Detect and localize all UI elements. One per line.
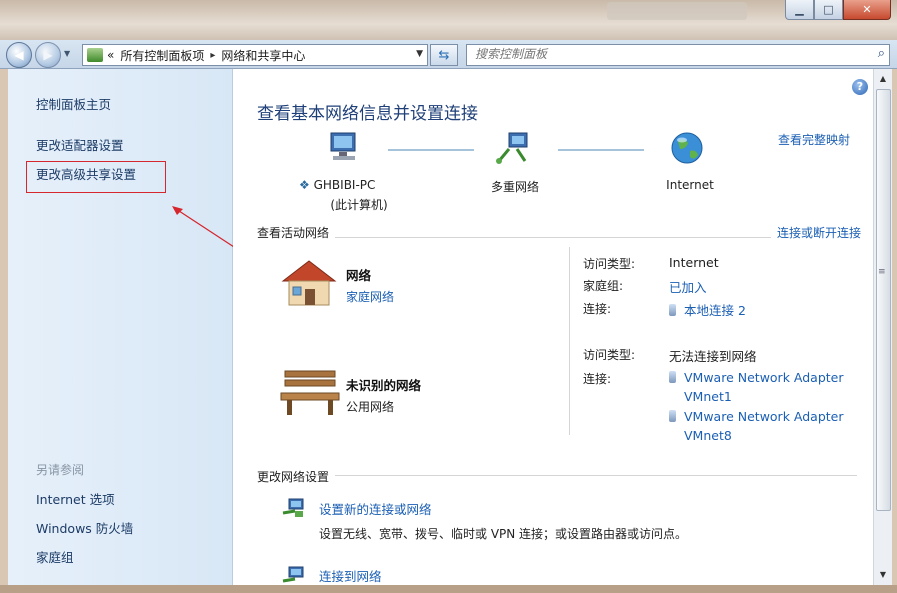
connection-key: 连接: [583,372,612,386]
computer-name: GHBIBI-PC [313,178,376,192]
change-settings-heading: 更改网络设置 [257,468,336,485]
help-icon[interactable]: ? [852,79,868,95]
computer-icon[interactable] [327,131,363,163]
connect-disconnect-link[interactable]: 连接或断开连接 [770,224,861,241]
sidebar-control-panel-home[interactable]: 控制面板主页 [36,94,111,113]
address-prefix[interactable]: « [107,48,114,62]
vmnet1-name[interactable]: VMnet1 [684,389,732,404]
home-network-link[interactable]: 家庭网络 [346,288,394,305]
sidebar: 控制面板主页 更改适配器设置 更改高级共享设置 另请参阅 Internet 选项… [8,69,235,585]
sidebar-internet-options[interactable]: Internet 选项 [36,489,115,508]
connect-to-network-link[interactable]: 连接到网络 [319,566,382,585]
sidebar-homegroup[interactable]: 家庭组 [36,547,74,566]
network-adapter-icon [669,410,676,422]
access-type-key: 访问类型: [583,348,636,362]
close-button[interactable]: ✕ [843,0,891,20]
see-also-heading: 另请参阅 [36,463,85,477]
vertical-scrollbar[interactable]: ▲ ≡ ▼ [873,69,892,585]
address-dropdown-icon[interactable]: ▼ [416,49,423,59]
access-type-key: 访问类型: [583,257,636,271]
home-network-icon[interactable] [279,259,337,309]
this-computer-label: (此计算机) [330,198,388,212]
search-icon[interactable]: ⌕ [878,46,885,61]
computer-name-label: ❖ GHBIBI-PC [299,178,376,192]
breadcrumb-separator[interactable]: ▸ [210,50,215,61]
multiple-networks-label: 多重网络 [490,180,539,194]
network-name: 网络 [346,268,372,283]
sidebar-change-adapter-settings[interactable]: 更改适配器设置 [36,135,124,154]
network-adapter-icon [669,304,676,316]
internet-globe-icon[interactable] [670,131,704,165]
titlebar-blur [607,2,747,20]
vmnet8-adapter-link[interactable]: VMware Network Adapter [669,409,844,424]
new-connection-icon[interactable] [281,497,307,517]
public-network-bench-icon[interactable] [279,369,341,417]
maximize-button[interactable]: □ [814,0,843,20]
section-divider [257,475,857,476]
homegroup-joined-link[interactable]: 已加入 [669,277,707,296]
main-content: 查看基本网络信息并设置连接 查看完整映射 ❖ GHBIBI-PC (此计算机) … [233,69,873,585]
search-input[interactable] [467,45,855,63]
scroll-down-arrow[interactable]: ▼ [874,567,892,583]
connect-to-network-icon[interactable] [281,565,307,585]
public-network-label: 公用网络 [346,400,395,414]
unidentified-network-name: 未识别的网络 [346,378,422,393]
annotation-arrow [172,206,235,248]
back-button[interactable]: ◀ [6,42,32,68]
breadcrumb-all-items[interactable]: 所有控制面板项 [120,47,204,64]
scroll-up-arrow[interactable]: ▲ [874,71,892,87]
address-bar[interactable]: « 所有控制面板项 ▸ 网络和共享中心 ▼ [82,44,428,66]
vmnet1-adapter-link[interactable]: VMware Network Adapter [669,370,844,385]
breadcrumb-network-center[interactable]: 网络和共享中心 [221,47,305,64]
refresh-button[interactable]: ⇆ [430,44,458,66]
setup-new-connection-description: 设置无线、宽带、拨号、临时或 VPN 连接；或设置路由器或访问点。 [319,527,688,541]
connection-key: 连接: [583,302,612,316]
view-full-map-link[interactable]: 查看完整映射 [778,131,850,148]
vmnet8-name[interactable]: VMnet8 [684,428,732,443]
section-divider [257,237,857,238]
window-bottom-frame [0,585,897,593]
access-type-value: 无法连接到网络 [669,349,757,364]
homegroup-key: 家庭组: [583,279,624,293]
multiple-networks-icon[interactable] [495,131,535,165]
scroll-grip-icon: ≡ [878,267,886,277]
internet-label: Internet [666,178,714,192]
sidebar-windows-firewall[interactable]: Windows 防火墙 [36,518,133,537]
scroll-thumb[interactable] [876,89,891,511]
forward-button[interactable]: ▶ [35,42,61,68]
setup-new-connection-link[interactable]: 设置新的连接或网络 [319,499,432,518]
access-type-value: Internet [669,255,719,270]
recent-pages-dropdown[interactable]: ▼ [64,49,70,58]
network-adapter-icon [669,371,676,383]
map-connector-line [558,149,644,151]
page-title: 查看基本网络信息并设置连接 [257,104,478,124]
control-panel-icon [87,48,103,62]
window-controls: ▁ □ ✕ [785,0,891,21]
annotation-highlight-box [26,161,166,193]
search-box[interactable]: ⌕ [466,44,890,66]
map-connector-line [388,149,474,151]
column-divider [569,247,570,435]
window-titlebar: ▁ □ ✕ [0,0,897,40]
navigation-bar: ◀ ▶ ▼ « 所有控制面板项 ▸ 网络和共享中心 ▼ ⇆ ⌕ [0,40,897,69]
minimize-button[interactable]: ▁ [785,0,814,20]
local-connection-2-link[interactable]: 本地连接 2 [669,300,746,319]
active-networks-heading: 查看活动网络 [257,224,336,241]
